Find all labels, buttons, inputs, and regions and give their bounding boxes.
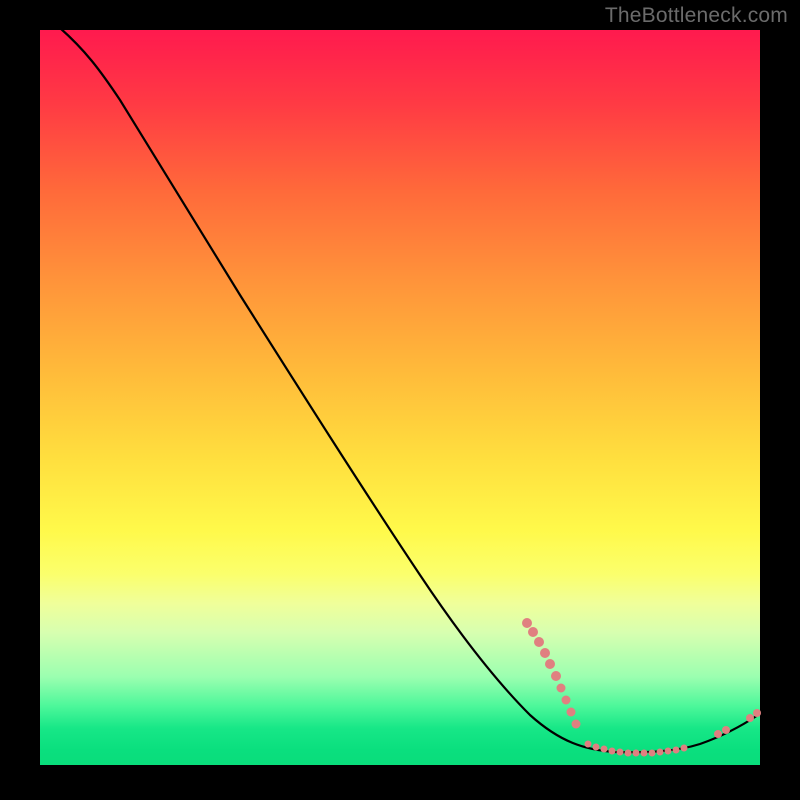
- data-dot: [562, 696, 571, 705]
- data-dot: [633, 750, 640, 757]
- data-dot: [593, 744, 600, 751]
- data-dot: [567, 708, 576, 717]
- data-dot: [714, 730, 722, 738]
- data-dot: [617, 749, 624, 756]
- watermark-text: TheBottleneck.com: [605, 4, 788, 28]
- data-dot: [722, 726, 730, 734]
- data-dot: [585, 741, 592, 748]
- data-dot: [609, 748, 616, 755]
- data-dot: [545, 659, 555, 669]
- data-dot: [625, 750, 632, 757]
- data-dot: [557, 684, 566, 693]
- data-dot: [641, 750, 648, 757]
- data-dot: [528, 627, 538, 637]
- data-dot: [681, 745, 688, 752]
- data-dot: [551, 671, 561, 681]
- data-dot: [540, 648, 550, 658]
- data-dot: [601, 746, 608, 753]
- bottleneck-curve: [60, 28, 758, 752]
- data-dot: [572, 720, 581, 729]
- data-dot: [657, 749, 664, 756]
- data-dot: [665, 748, 672, 755]
- chart-frame: TheBottleneck.com: [0, 0, 800, 800]
- plot-area: [40, 30, 760, 765]
- data-dot: [753, 709, 761, 717]
- data-dot: [649, 750, 656, 757]
- data-dot: [534, 637, 544, 647]
- data-dot: [673, 747, 680, 754]
- data-dot: [522, 618, 532, 628]
- data-dot: [746, 714, 754, 722]
- curve-layer: [40, 30, 760, 765]
